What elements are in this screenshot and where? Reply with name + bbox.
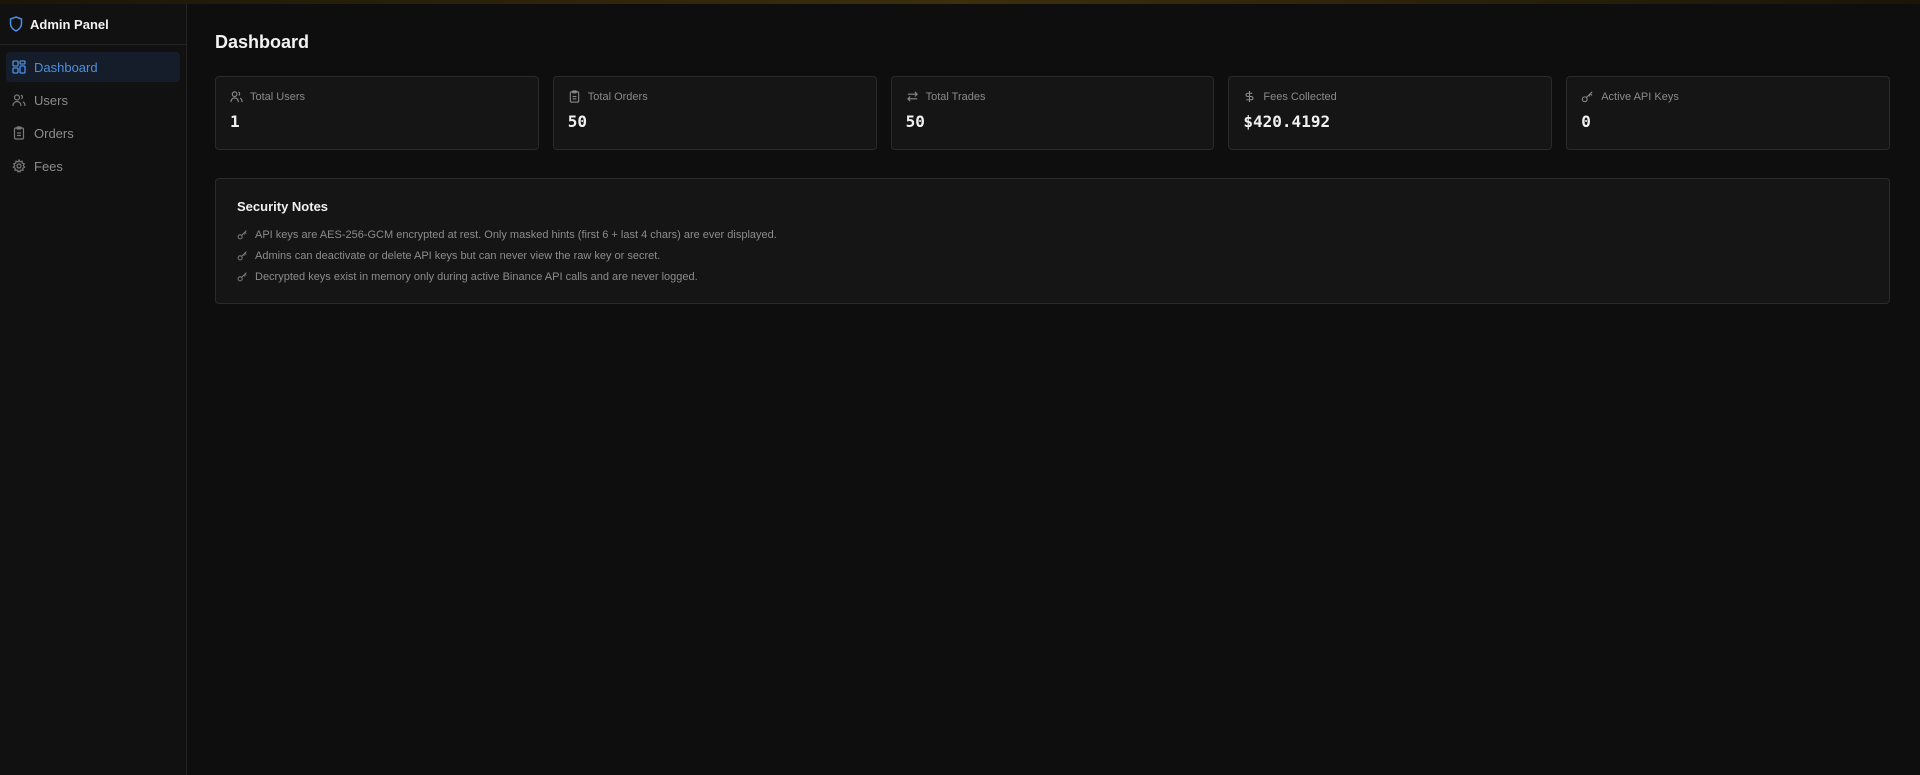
dollar-icon [1243, 90, 1256, 103]
dashboard-grid-icon [12, 60, 26, 74]
security-note-text: API keys are AES-256-GCM encrypted at re… [255, 228, 777, 241]
brand: Admin Panel [0, 4, 186, 45]
sidebar-item-dashboard[interactable]: Dashboard [6, 52, 180, 82]
stat-label: Total Orders [587, 90, 648, 103]
main-content: Dashboard Total Users 1 Total Orders 50 … [187, 4, 1920, 775]
key-icon [1581, 90, 1594, 103]
sidebar-item-fees[interactable]: Fees [6, 151, 180, 181]
key-icon [237, 271, 248, 282]
stat-card-total-orders: Total Orders 50 [552, 76, 877, 150]
key-icon [237, 229, 248, 240]
sidebar-item-label: Dashboard [34, 59, 98, 75]
clipboard-icon [12, 126, 26, 140]
stat-value: 1 [230, 112, 240, 131]
stat-value: 50 [567, 112, 588, 131]
sidebar-item-orders[interactable]: Orders [6, 118, 180, 148]
stat-value: 50 [905, 112, 925, 131]
sidebar-item-label: Users [34, 92, 68, 108]
stat-label: Active API Keys [1601, 90, 1679, 103]
stat-label: Total Trades [925, 90, 986, 103]
stat-value: 0 [1581, 112, 1591, 131]
users-icon [230, 90, 243, 103]
security-note: Decrypted keys exist in memory only duri… [237, 266, 1868, 287]
brand-title: Admin Panel [30, 16, 109, 32]
security-note-text: Decrypted keys exist in memory only duri… [255, 270, 698, 283]
stat-label: Total Users [250, 90, 306, 103]
stat-value: $420.4192 [1243, 112, 1331, 131]
sidebar-item-label: Orders [34, 125, 74, 141]
sidebar-nav: Dashboard Users Orders Fees [0, 45, 186, 181]
security-notes-panel: Security Notes API keys are AES-256-GCM … [215, 178, 1890, 304]
page-title: Dashboard [215, 32, 310, 52]
security-note-text: Admins can deactivate or delete API keys… [255, 249, 661, 262]
key-icon [237, 250, 248, 261]
stat-label: Fees Collected [1263, 90, 1337, 103]
arrows-swap-icon [906, 90, 919, 103]
sidebar: Admin Panel Dashboard Users Orders Fees [0, 4, 187, 775]
stat-card-fees-collected: Fees Collected $420.4192 [1228, 76, 1553, 150]
users-icon [12, 93, 26, 107]
stat-card-total-users: Total Users 1 [215, 76, 539, 150]
clipboard-icon [568, 90, 581, 103]
security-note: Admins can deactivate or delete API keys… [237, 245, 1868, 266]
stat-card-active-api-keys: Active API Keys 0 [1566, 76, 1890, 150]
sidebar-item-users[interactable]: Users [6, 85, 180, 115]
gear-icon [12, 159, 26, 173]
security-note: API keys are AES-256-GCM encrypted at re… [237, 224, 1868, 245]
security-notes-title: Security Notes [237, 199, 329, 214]
stats-cards: Total Users 1 Total Orders 50 Total Trad… [215, 76, 1890, 150]
shield-icon [9, 16, 23, 32]
sidebar-item-label: Fees [34, 158, 63, 174]
stat-card-total-trades: Total Trades 50 [890, 76, 1215, 150]
